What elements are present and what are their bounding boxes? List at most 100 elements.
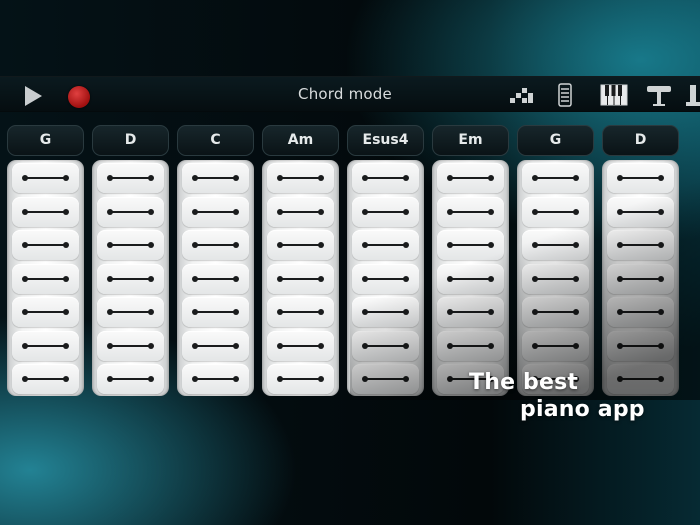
strip-cell[interactable] — [352, 364, 419, 394]
strip-cell[interactable] — [12, 263, 79, 294]
strip-cell[interactable] — [182, 263, 249, 294]
strip-cell[interactable] — [267, 297, 334, 327]
chord-tab-5[interactable]: Em — [432, 125, 509, 156]
piano-keys-icon — [600, 84, 628, 106]
chord-tab-6[interactable]: G — [517, 125, 594, 156]
string-dot — [148, 242, 154, 248]
strip-cell[interactable] — [267, 196, 334, 227]
string-dot — [403, 208, 409, 215]
string-line — [364, 378, 407, 380]
strip-cell[interactable] — [267, 330, 334, 361]
strip-cell[interactable] — [522, 330, 589, 361]
string-line — [194, 177, 237, 179]
strip-cell[interactable] — [97, 230, 164, 260]
chord-strip-0 — [7, 160, 84, 396]
string-dot — [22, 175, 28, 181]
string-dot — [362, 376, 368, 382]
strip-cell[interactable] — [12, 230, 79, 260]
string-dot — [107, 175, 113, 181]
string-line — [279, 311, 322, 313]
string-dot — [658, 175, 664, 181]
strip-cell[interactable] — [12, 163, 79, 193]
strip-cell[interactable] — [267, 230, 334, 260]
strip-cell[interactable] — [522, 163, 589, 193]
strip-cell[interactable] — [97, 263, 164, 294]
string-dot — [107, 242, 113, 248]
string-line — [619, 244, 662, 246]
strip-cell[interactable] — [437, 230, 504, 260]
strip-cell[interactable] — [607, 163, 674, 193]
strip-cell[interactable] — [352, 297, 419, 327]
strip-cell[interactable] — [522, 230, 589, 260]
strip-cell[interactable] — [437, 196, 504, 227]
string-dot — [403, 342, 409, 349]
string-dot — [22, 208, 28, 215]
string-line — [24, 311, 67, 313]
string-dot — [148, 309, 154, 315]
stool-button[interactable] — [645, 82, 673, 108]
strip-cell[interactable] — [352, 196, 419, 227]
strip-cell[interactable] — [352, 163, 419, 193]
string-line — [534, 177, 577, 179]
strip-cell[interactable] — [182, 364, 249, 394]
strip-cell[interactable] — [607, 364, 674, 394]
string-dot — [63, 208, 69, 215]
string-line — [279, 177, 322, 179]
strip-cell[interactable] — [522, 297, 589, 327]
chord-tab-1[interactable]: D — [92, 125, 169, 156]
strip-cell[interactable] — [437, 163, 504, 193]
string-dot — [658, 309, 664, 315]
chord-tab-2[interactable]: C — [177, 125, 254, 156]
string-dot — [362, 242, 368, 248]
strip-cell[interactable] — [97, 163, 164, 193]
string-dot — [233, 175, 239, 181]
strip-cell[interactable] — [182, 330, 249, 361]
strip-cell[interactable] — [182, 297, 249, 327]
strip-cell[interactable] — [352, 330, 419, 361]
strip-cell[interactable] — [267, 364, 334, 394]
strip-cell[interactable] — [607, 230, 674, 260]
strip-cell[interactable] — [607, 196, 674, 227]
strip-cell[interactable] — [352, 230, 419, 260]
chord-tab-7[interactable]: D — [602, 125, 679, 156]
strip-cell[interactable] — [182, 230, 249, 260]
strip-cell[interactable] — [97, 297, 164, 327]
strip-cell[interactable] — [12, 297, 79, 327]
string-line — [109, 311, 152, 313]
string-dot — [192, 175, 198, 181]
strip-cell[interactable] — [182, 163, 249, 193]
string-dot — [362, 309, 368, 315]
string-line — [194, 344, 237, 347]
strip-cell[interactable] — [12, 196, 79, 227]
strip-cell[interactable] — [182, 196, 249, 227]
string-line — [449, 311, 492, 313]
strip-cell[interactable] — [97, 364, 164, 394]
chord-strip-button[interactable] — [552, 82, 580, 108]
strip-cell[interactable] — [267, 263, 334, 294]
strip-cell[interactable] — [97, 330, 164, 361]
strip-cell[interactable] — [352, 263, 419, 294]
arpeggio-button[interactable] — [508, 82, 536, 108]
strip-cell[interactable] — [267, 163, 334, 193]
string-line — [364, 311, 407, 313]
strip-cell[interactable] — [12, 364, 79, 394]
strip-cell[interactable] — [607, 263, 674, 294]
strip-cell[interactable] — [522, 196, 589, 227]
strip-cell[interactable] — [12, 330, 79, 361]
strip-cell[interactable] — [522, 263, 589, 294]
keyboard-button[interactable] — [600, 82, 628, 108]
string-dot — [22, 275, 28, 282]
strip-cell[interactable] — [607, 297, 674, 327]
strip-cell[interactable] — [97, 196, 164, 227]
chord-tab-4[interactable]: Esus4 — [347, 125, 424, 156]
chord-tab-3[interactable]: Am — [262, 125, 339, 156]
string-dot — [573, 208, 579, 215]
string-dot — [63, 242, 69, 248]
string-line — [534, 277, 577, 280]
strip-cell[interactable] — [437, 263, 504, 294]
strip-cell[interactable] — [607, 330, 674, 361]
strip-cell[interactable] — [437, 330, 504, 361]
pedal-button[interactable] — [686, 82, 700, 108]
strip-cell[interactable] — [437, 297, 504, 327]
chord-tab-0[interactable]: G — [7, 125, 84, 156]
